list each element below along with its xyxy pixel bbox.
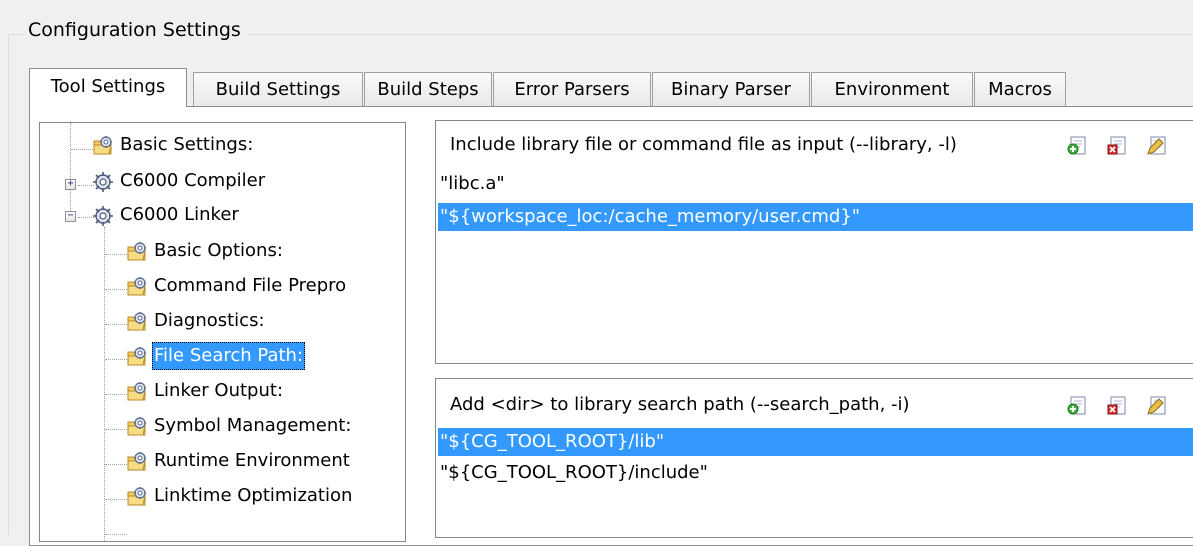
folder-settings-icon — [126, 276, 148, 298]
folder-settings-icon — [126, 311, 148, 333]
tab-binary-parser[interactable]: Binary Parser — [652, 72, 810, 106]
tree-item-label: Symbol Management: — [154, 415, 352, 436]
tab-build-settings[interactable]: Build Settings — [193, 72, 363, 106]
folder-settings-icon — [126, 346, 148, 368]
delete-icon[interactable] — [1106, 394, 1128, 416]
expand-compiler-icon[interactable]: + — [65, 178, 76, 190]
add-icon[interactable] — [1066, 394, 1088, 416]
tree-item-label: Linktime Optimization — [154, 485, 353, 506]
tab-macros[interactable]: Macros — [974, 72, 1066, 106]
folder-settings-icon — [126, 451, 148, 473]
folder-settings-icon — [126, 416, 148, 438]
tool-settings-icon — [92, 171, 114, 193]
folder-settings-icon — [126, 381, 148, 403]
add-icon[interactable] — [1066, 134, 1088, 156]
tree-item-label: Command File Prepro — [154, 275, 347, 296]
tree-item-label: File Search Path: — [152, 342, 306, 370]
library-list-row[interactable]: "libc.a" — [438, 170, 1193, 198]
search-path-list-panel: Add <dir> to library search path (--sear… — [435, 378, 1193, 538]
tab-tool-settings[interactable]: Tool Settings — [29, 68, 187, 107]
tool-settings-icon — [92, 205, 114, 227]
tab-environment[interactable]: Environment — [811, 72, 973, 106]
tab-build-steps[interactable]: Build Steps — [364, 72, 492, 106]
search-path-panel-header: Add <dir> to library search path (--sear… — [450, 394, 910, 415]
settings-tree[interactable]: + − Basic Settings: C6000 Compiler C6000… — [39, 122, 406, 542]
search-path-list-row[interactable]: "${CG_TOOL_ROOT}/lib" — [438, 428, 1193, 456]
tree-item-label: C6000 Compiler — [120, 170, 266, 191]
folder-settings-icon — [126, 486, 148, 508]
edit-icon[interactable] — [1146, 394, 1168, 416]
tree-item-label: Basic Settings: — [120, 134, 254, 155]
tab-error-parsers[interactable]: Error Parsers — [493, 72, 651, 106]
tree-item-label: Runtime Environment — [154, 450, 350, 471]
delete-icon[interactable] — [1106, 134, 1128, 156]
expander-glyph: − — [67, 210, 74, 221]
tree-item-label: Linker Output: — [154, 380, 284, 401]
folder-settings-icon — [126, 241, 148, 263]
tree-item-label: Basic Options: — [154, 240, 283, 261]
library-panel-header: Include library file or command file as … — [450, 134, 957, 155]
tree-item-label: Diagnostics: — [154, 310, 265, 331]
tree-item-label: C6000 Linker — [120, 204, 239, 225]
library-list-row[interactable]: "${workspace_loc:/cache_memory/user.cmd}… — [438, 203, 1193, 231]
library-list-panel: Include library file or command file as … — [435, 120, 1193, 364]
collapse-linker-icon[interactable]: − — [65, 210, 76, 222]
edit-icon[interactable] — [1146, 134, 1168, 156]
folder-settings-icon — [92, 135, 114, 157]
expander-glyph: + — [67, 178, 74, 189]
search-path-list-row[interactable]: "${CG_TOOL_ROOT}/include" — [438, 459, 1193, 487]
group-title: Configuration Settings — [24, 18, 247, 42]
